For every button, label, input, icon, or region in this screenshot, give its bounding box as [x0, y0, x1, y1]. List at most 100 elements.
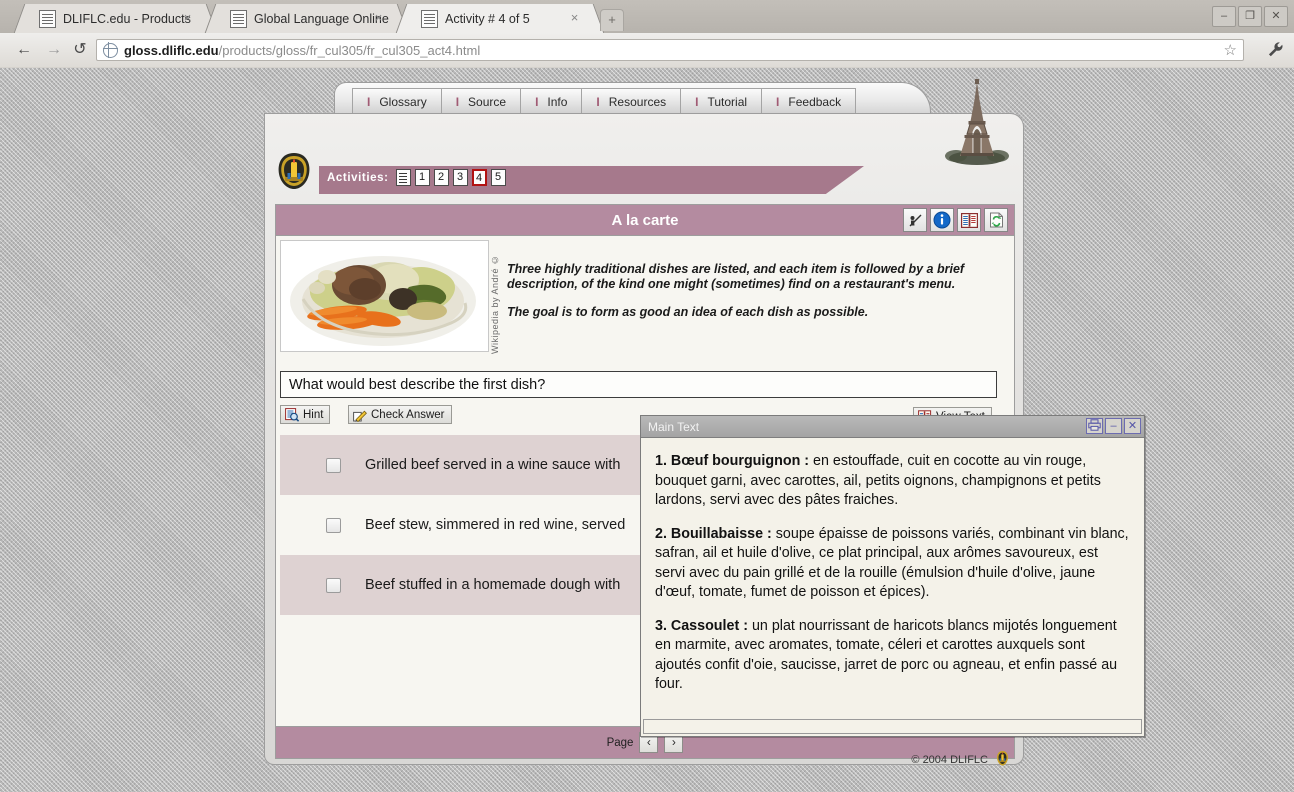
tab-label: Tutorial [707, 94, 748, 109]
address-bar[interactable]: gloss.dliflc.edu /products/gloss/fr_cul3… [96, 39, 1244, 61]
activity-card-title-bar: A la carte [276, 205, 1014, 236]
window-controls: – ❐ ✕ [1212, 6, 1288, 27]
maximize-button[interactable]: ❐ [1238, 6, 1262, 27]
tab-bullet-icon: I [535, 94, 539, 109]
activities-label: Activities: [327, 171, 389, 184]
main-text-entry-1: 1. Bœuf bourguignon : en estouffade, cui… [655, 452, 1130, 511]
close-button[interactable]: ✕ [1264, 6, 1288, 27]
new-tab-button[interactable]: + [600, 9, 624, 31]
tab-feedback[interactable]: I Feedback [761, 88, 857, 114]
pointer-teacher-icon[interactable] [903, 208, 927, 232]
browser-tab-title: Activity # 4 of 5 [445, 11, 530, 26]
image-credit: Wikipedia by André © [490, 254, 500, 354]
page-label: Page [606, 736, 634, 749]
intro-paragraph-1: Three highly traditional dishes are list… [507, 262, 965, 291]
answer-option-label: Grilled beef served in a wine sauce with [365, 457, 621, 473]
url-path: /products/gloss/fr_cul305/fr_cul305_act4… [218, 42, 481, 58]
main-text-window[interactable]: Main Text – ✕ 1. Bœuf bourguignon : en e… [640, 415, 1145, 737]
minimize-button[interactable]: – [1212, 6, 1236, 27]
page-icon [421, 9, 438, 28]
entry-heading: 3. Cassoulet : [655, 617, 748, 634]
tab-source[interactable]: I Source [440, 88, 521, 114]
browser-tab-0[interactable]: DLIFLC.edu - Products × [28, 4, 203, 33]
page-title: A la carte [611, 211, 679, 229]
copyright-text: © 2004 DLIFLC [911, 754, 988, 766]
tab-resources[interactable]: I Resources [581, 88, 681, 114]
answer-option-label: Beef stew, simmered in red wine, served [365, 517, 626, 533]
activity-4-button-current[interactable]: 4 [471, 169, 487, 186]
tab-label: Info [547, 94, 568, 109]
bookmark-star-icon[interactable]: ☆ [1224, 41, 1237, 59]
tab-label: Source [468, 94, 507, 109]
magnifier-icon [285, 407, 300, 422]
tab-info[interactable]: I Info [520, 88, 582, 114]
main-text-entry-3: 3. Cassoulet : un plat nourrissant de ha… [655, 617, 1130, 695]
close-icon[interactable]: ✕ [1124, 418, 1141, 434]
print-icon[interactable] [1086, 418, 1103, 434]
intro-paragraph-2: The goal is to form as good an idea of e… [507, 305, 869, 319]
tab-tutorial[interactable]: I Tutorial [680, 88, 762, 114]
activities-bar: Activities: 1 2 3 4 5 [319, 166, 864, 194]
tab-bullet-icon: I [776, 94, 780, 109]
main-text-content: 1. Bœuf bourguignon : en estouffade, cui… [641, 438, 1144, 716]
main-text-window-buttons: – ✕ [1086, 418, 1141, 434]
tab-close-icon[interactable]: × [568, 11, 581, 25]
activity-5-button[interactable]: 5 [490, 169, 506, 186]
page-icon [39, 9, 56, 28]
entry-heading: 2. Bouillabaisse : [655, 525, 772, 542]
tab-bullet-icon: I [367, 94, 371, 109]
card-toolbar [903, 208, 1008, 232]
main-text-window-title: Main Text [648, 419, 700, 434]
browser-tab-2-active[interactable]: Activity # 4 of 5 × [410, 4, 590, 33]
tab-label: Glossary [379, 94, 427, 109]
tab-glossary[interactable]: I Glossary [352, 88, 441, 114]
dliflc-crest-logo [273, 150, 315, 192]
forward-button[interactable]: → [44, 40, 64, 60]
wrench-menu-icon[interactable] [1267, 41, 1284, 62]
question-text: What would best describe the first dish? [280, 371, 997, 398]
answer-checkbox[interactable] [326, 517, 341, 533]
tab-bullet-icon: I [695, 94, 699, 109]
media-and-intro: Wikipedia by André © Three highly tradit… [280, 240, 1012, 365]
browser-toolbar: ← → ↺ gloss.dliflc.edu /products/gloss/f… [0, 33, 1294, 67]
answer-checkbox[interactable] [326, 577, 341, 593]
browser-chrome: DLIFLC.edu - Products × Global Language … [0, 0, 1294, 69]
intro-text: Three highly traditional dishes are list… [507, 262, 1002, 333]
tab-bullet-icon: I [596, 94, 600, 109]
reload-button[interactable]: ↺ [70, 40, 90, 60]
activities-list-icon[interactable] [395, 169, 411, 186]
activity-1-button[interactable]: 1 [414, 169, 430, 186]
answer-checkbox[interactable] [326, 457, 341, 473]
tab-close-icon[interactable]: × [372, 11, 385, 25]
entry-heading: 1. Bœuf bourguignon : [655, 453, 810, 469]
app-tabs: I Glossary I Source I Info I Resources I… [352, 88, 857, 114]
main-text-entry-2: 2. Bouillabaisse : soupe épaisse de pois… [655, 525, 1130, 603]
dliflc-small-crest-icon [995, 750, 1010, 770]
book-icon[interactable] [957, 208, 981, 232]
check-answer-button[interactable]: Check Answer [348, 405, 452, 424]
refresh-page-icon[interactable] [984, 208, 1008, 232]
main-text-horizontal-scrollbar[interactable] [643, 719, 1142, 734]
back-button[interactable]: ← [14, 40, 34, 60]
url-domain: gloss.dliflc.edu [124, 42, 219, 58]
minimize-icon[interactable]: – [1105, 418, 1122, 434]
hint-button[interactable]: Hint [280, 405, 331, 424]
activity-3-button[interactable]: 3 [452, 169, 468, 186]
browser-tabstrip: DLIFLC.edu - Products × Global Language … [0, 0, 1294, 33]
browser-tab-1[interactable]: Global Language Online × [219, 4, 394, 33]
tab-bullet-icon: I [455, 94, 460, 109]
info-icon[interactable] [930, 208, 954, 232]
main-text-title-bar[interactable]: Main Text – ✕ [641, 416, 1144, 438]
check-answer-button-label: Check Answer [371, 408, 445, 421]
dish-photo [280, 240, 489, 352]
copyright-area: © 2004 DLIFLC [820, 750, 1010, 770]
tab-label: Feedback [788, 94, 842, 109]
pencil-check-icon [353, 408, 367, 422]
tab-close-icon[interactable]: × [181, 11, 194, 25]
browser-tab-title: Global Language Online [254, 11, 389, 26]
answer-option-label: Beef stuffed in a homemade dough with [365, 577, 621, 593]
tab-label: Resources [608, 94, 667, 109]
eiffel-tower-image [934, 76, 1020, 166]
browser-tab-title: DLIFLC.edu - Products [63, 11, 191, 26]
activity-2-button[interactable]: 2 [433, 169, 449, 186]
